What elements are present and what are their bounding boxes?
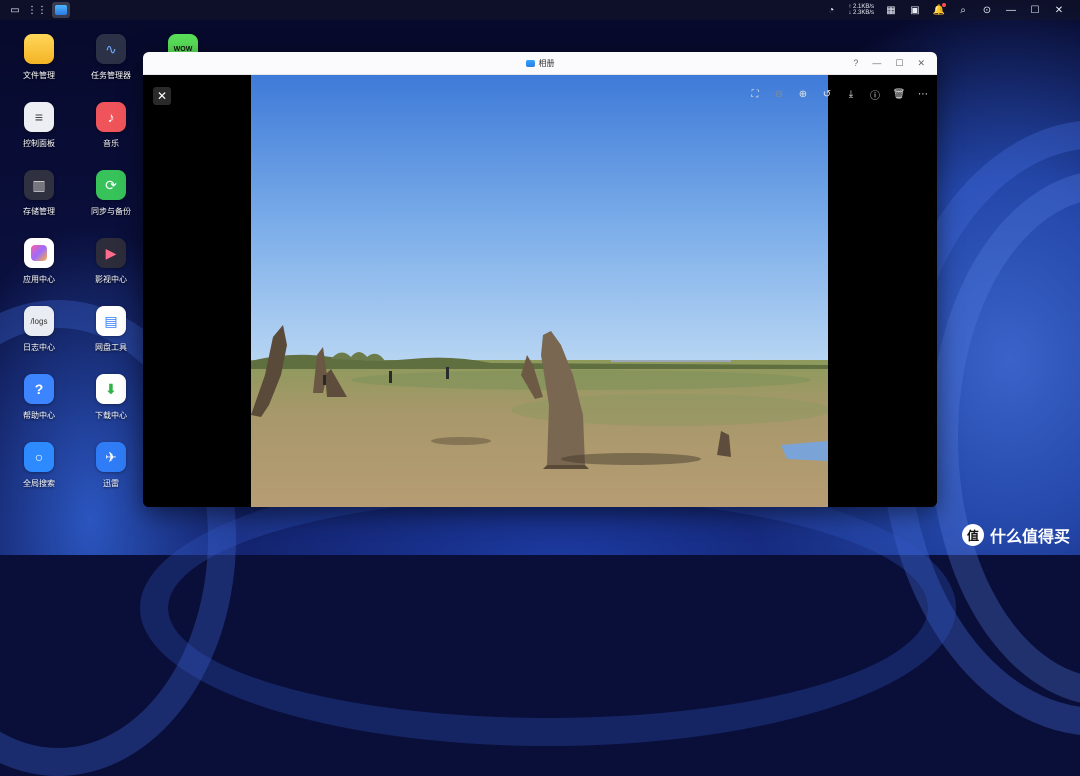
music-icon: ♪ [96, 102, 126, 132]
desktop-icon-label: 全局搜索 [23, 479, 55, 488]
desktop-icon-label: 迅雷 [103, 479, 119, 488]
control-panel-icon: ≡ [24, 102, 54, 132]
window-titlebar[interactable]: 相册 ? — ☐ ✕ [143, 52, 937, 75]
desktop-icon-global-search[interactable]: ○ 全局搜索 [7, 442, 71, 489]
desktop-icon-music[interactable]: ♪ 音乐 [79, 102, 143, 149]
window-title: 相册 [538, 58, 555, 68]
net-down: ↓ 2.3KB/s [848, 10, 874, 16]
zoom-in-icon[interactable]: ⊕ [797, 87, 809, 101]
info-icon[interactable]: ⓘ [869, 87, 881, 102]
photo-image [251, 75, 828, 507]
more-icon[interactable]: ⋯ [917, 87, 929, 101]
desktop-icon-task-manager[interactable]: ∿ 任务管理器 [79, 34, 143, 81]
desktop-icon-sync-backup[interactable]: ⟳ 同步与备份 [79, 170, 143, 217]
network-speed: ↑ 2.1KB/s ↓ 2.3KB/s [848, 4, 874, 16]
thunder-bird-icon: ✈ [96, 442, 126, 472]
dashboard-icon[interactable]: ▦ [884, 3, 898, 17]
window-icon[interactable]: ▭ [8, 3, 22, 17]
desktop-icon-label: 影视中心 [95, 275, 127, 284]
photos-app-icon[interactable] [52, 2, 70, 18]
viewer-toolbar: ⛶ ⊖ ⊕ ↺ ⤓ ⓘ 🗑 ⋯ [749, 87, 929, 102]
search-icon[interactable]: ⌕ [956, 3, 970, 17]
help-icon: ? [24, 374, 54, 404]
cloud-drive-icon: ▤ [96, 306, 126, 336]
fit-screen-icon[interactable]: ⛶ [749, 87, 761, 101]
desktop-icon-label: 网盘工具 [95, 343, 127, 352]
download-arrow-icon: ⬇ [96, 374, 126, 404]
desktop-icon-video-center[interactable]: ▶ 影视中心 [79, 238, 143, 285]
close-button[interactable]: ✕ [917, 58, 925, 69]
zoom-out-icon[interactable]: ⊖ [773, 87, 785, 101]
rotate-icon[interactable]: ↺ [821, 87, 833, 101]
viewer-close-button[interactable]: ✕ [153, 87, 171, 105]
desktop-icon-label: 控制面板 [23, 139, 55, 148]
desktop-icon-label: 下载中心 [95, 411, 127, 420]
help-button[interactable]: ? [853, 58, 858, 69]
desktop-icon-label: 应用中心 [23, 275, 55, 284]
desktop-icon-label: 任务管理器 [91, 71, 131, 80]
monitor-icon[interactable]: ▣ [908, 3, 922, 17]
photo-viewer: ✕ ⛶ ⊖ ⊕ ↺ ⤓ ⓘ 🗑 ⋯ [143, 75, 937, 507]
desktop-icon-control-panel[interactable]: ≡ 控制面板 [7, 102, 71, 149]
desktop-icon-label: 音乐 [103, 139, 119, 148]
activity-icon: ∿ [96, 34, 126, 64]
desktop-icon-label: 存储管理 [23, 207, 55, 216]
maximize-button[interactable]: ☐ [895, 58, 903, 69]
desktop-icon-help-center[interactable]: ? 帮助中心 [7, 374, 71, 421]
video-icon: ▶ [96, 238, 126, 268]
desktop-icon-file-manager[interactable]: 文件管理 [7, 34, 71, 81]
delete-icon[interactable]: 🗑 [893, 87, 906, 101]
watermark-text: 什么值得买 [989, 529, 1070, 546]
network-icon[interactable]: ◔ [824, 3, 838, 17]
sync-icon: ⟳ [96, 170, 126, 200]
maximize-icon[interactable]: ☐ [1028, 3, 1042, 17]
desktop-icon-label: 日志中心 [23, 343, 55, 352]
desktop-icon-app-center[interactable]: 应用中心 [7, 238, 71, 285]
desktop-icon-download-center[interactable]: ⬇ 下载中心 [79, 374, 143, 421]
minimize-icon[interactable]: — [1004, 3, 1018, 17]
close-icon[interactable]: ✕ [1052, 3, 1066, 17]
storage-icon: ▥ [24, 170, 54, 200]
grid-icon[interactable]: ⋮⋮ [27, 3, 47, 17]
global-search-icon: ○ [24, 442, 54, 472]
desktop-icon-cloud-tools[interactable]: ▤ 网盘工具 [79, 306, 143, 353]
watermark-badge: 值 [961, 524, 984, 546]
desktop-icon-storage[interactable]: ▥ 存储管理 [7, 170, 71, 217]
logs-icon: /logs [24, 306, 54, 336]
system-taskbar: ▭ ⋮⋮ ◔ ↑ 2.1KB/s ↓ 2.3KB/s ▦ ▣ 🔔 ⌕ ⊙ — ☐… [0, 0, 1080, 20]
user-icon[interactable]: ⊙ [980, 3, 994, 17]
desktop-icon-label: 文件管理 [23, 71, 55, 80]
desktop-icon-label: 同步与备份 [91, 207, 131, 216]
minimize-button[interactable]: — [872, 58, 881, 69]
app-center-icon [24, 238, 54, 268]
photos-app-icon [525, 59, 535, 67]
notification-icon[interactable]: 🔔 [932, 3, 946, 17]
desktop-icon-label: 帮助中心 [23, 411, 55, 420]
window-title-wrap: 相册 [143, 58, 937, 69]
download-icon[interactable]: ⤓ [845, 87, 857, 101]
photos-window[interactable]: 相册 ? — ☐ ✕ ✕ ⛶ ⊖ ⊕ ↺ ⤓ ⓘ 🗑 ⋯ [143, 52, 937, 507]
desktop-icon-log-center[interactable]: /logs 日志中心 [7, 306, 71, 353]
folder-icon [24, 34, 54, 64]
site-watermark: 值 什么值得买 [961, 523, 1070, 547]
desktop-icon-thunder[interactable]: ✈ 迅雷 [79, 442, 143, 489]
